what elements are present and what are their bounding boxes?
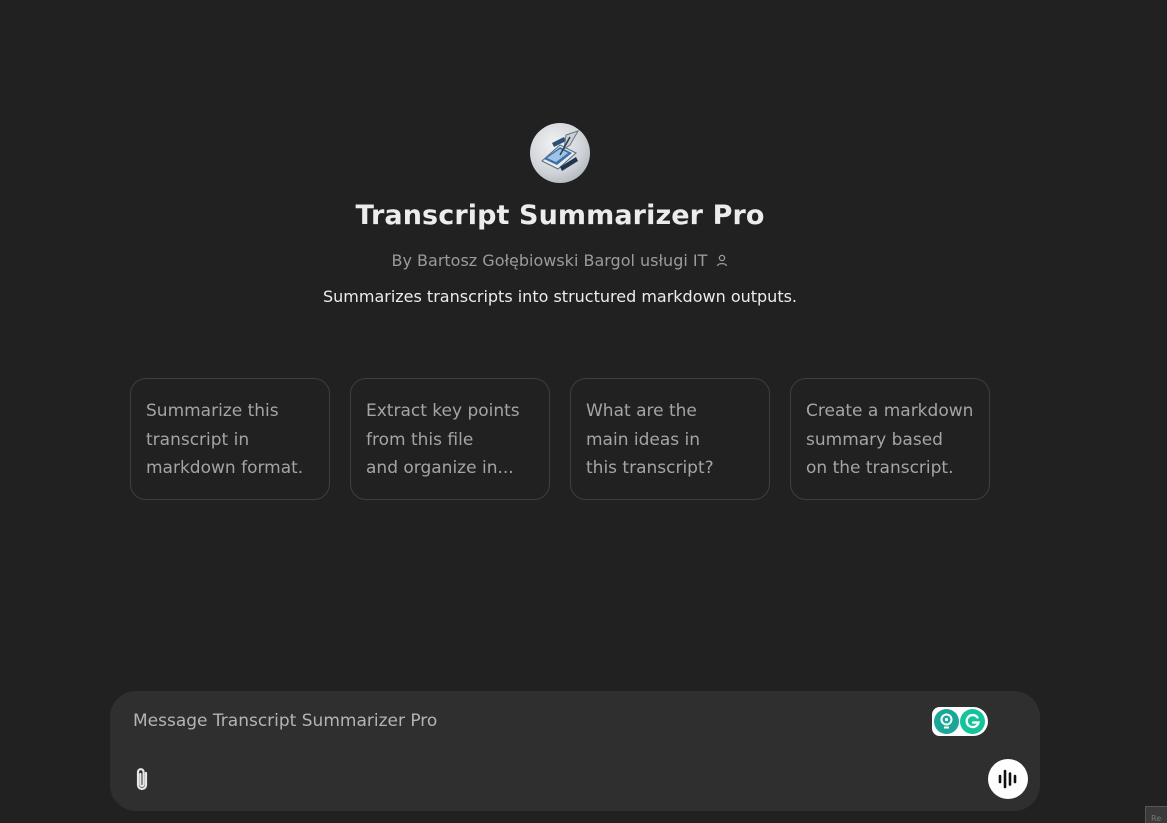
starter-card[interactable]: What are the main ideas in this transcri…: [570, 378, 770, 500]
starter-text: summary based: [806, 429, 943, 450]
gpt-author[interactable]: By Bartosz Gołębiowski Bargol usługi IT: [0, 251, 1120, 271]
gpt-title: Transcript Summarizer Pro: [355, 200, 765, 231]
grammarly-g-icon: [960, 709, 985, 734]
document-quill-logo-icon: [541, 130, 580, 171]
corner-tag: Re: [1145, 806, 1167, 823]
starter-text: What are the: [586, 401, 697, 421]
starter-text: this transcript?: [586, 458, 714, 478]
person-icon: [716, 252, 728, 271]
starter-card[interactable]: Extract key points from this file and or…: [350, 378, 550, 500]
gpt-avatar: [530, 123, 590, 183]
paperclip-icon[interactable]: [130, 765, 156, 795]
starter-text: on the transcript.: [806, 458, 954, 478]
gpt-home-page: Transcript Summarizer Pro By Bartosz Goł…: [0, 0, 1167, 823]
message-composer: Message Transcript Summarizer Pro: [110, 691, 1040, 811]
starter-text: Summarize this: [146, 401, 279, 421]
starter-text: Create a markdown: [806, 401, 974, 421]
starter-text: transcript in: [146, 429, 250, 450]
starter-text: main ideas in: [586, 429, 701, 450]
voice-mode-icon: [998, 769, 1017, 789]
starter-text: Extract key points: [366, 401, 520, 421]
starter-text: and organize in...: [366, 458, 514, 478]
grammarly-icon[interactable]: [932, 707, 988, 736]
gpt-description: Summarizes transcripts into structured m…: [322, 287, 798, 306]
author-label: By Bartosz Gołębiowski Bargol usługi IT: [391, 251, 708, 270]
conversation-starters: Summarize this transcript in markdown fo…: [130, 378, 990, 500]
starter-card[interactable]: Create a markdown summary based on the t…: [790, 378, 990, 500]
voice-mode-button[interactable]: [988, 759, 1028, 799]
bulb-icon: [934, 709, 959, 734]
message-input[interactable]: Message Transcript Summarizer Pro: [133, 711, 437, 731]
starter-card[interactable]: Summarize this transcript in markdown fo…: [130, 378, 330, 500]
starter-text: from this file: [366, 429, 474, 450]
starter-text: markdown format.: [146, 458, 304, 478]
